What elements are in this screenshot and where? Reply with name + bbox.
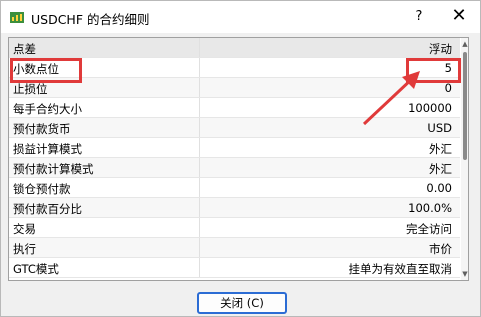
grid-row-execution[interactable]: 执行 市价 [9,238,460,258]
column-divider [199,218,200,238]
row-divider [9,277,460,278]
row-label: 执行 [13,242,36,256]
row-value: 完全访问 [406,222,452,236]
row-label: 止损位 [13,82,48,96]
grid-row-profit-calc-mode[interactable]: 损益计算模式 外汇 [9,138,460,158]
grid-row-gtc-mode[interactable]: GTC模式 挂单为有效直至取消 [9,258,460,278]
row-value: 市价 [429,242,452,256]
scroll-up-icon[interactable]: ▲ [461,40,468,48]
scroll-thumb[interactable] [463,52,467,160]
row-label: 预付款计算模式 [13,162,94,176]
row-value: 外汇 [429,142,452,156]
column-divider [199,58,200,78]
column-divider [199,78,200,98]
grid-row-spread[interactable]: 点差 浮动 [9,38,460,58]
column-divider [199,198,200,218]
row-value: 挂单为有效直至取消 [348,262,453,276]
row-label: 预付款百分比 [13,202,82,216]
grid-row-margin-calc-mode[interactable]: 预付款计算模式 外汇 [9,158,460,178]
column-divider [199,238,200,258]
row-label: 预付款货币 [13,122,71,136]
column-divider [199,138,200,158]
grid-row-margin-percentage[interactable]: 预付款百分比 100.0% [9,198,460,218]
title-bar: USDCHF 的合约细则 ? ✕ [1,1,480,33]
highlight-box-label [10,58,82,83]
row-label: 交易 [13,222,36,236]
row-value: 浮动 [429,42,452,56]
row-label: 损益计算模式 [13,142,82,156]
contract-spec-dialog: USDCHF 的合约细则 ? ✕ 点差 浮动 小数点位 5 止损位 0 每手合约… [0,0,481,317]
help-icon: ? [415,9,423,24]
column-divider [199,178,200,198]
help-button[interactable]: ? [401,1,437,33]
row-value: 外汇 [429,162,452,176]
annotation-arrow-icon [362,71,420,126]
column-divider [199,98,200,118]
close-button[interactable]: 关闭 (C) [197,292,287,314]
window-title: USDCHF 的合约细则 [31,12,150,27]
row-value: 100.0% [408,201,452,215]
scroll-down-icon[interactable]: ▼ [461,270,468,278]
column-divider [199,38,200,58]
column-divider [199,158,200,178]
row-value: USD [427,121,452,135]
row-label: 每手合约大小 [13,102,82,116]
row-label: 锁仓预付款 [13,182,71,196]
row-value: 0 [444,81,452,95]
grid-row-trade-mode[interactable]: 交易 完全访问 [9,218,460,238]
column-divider [199,118,200,138]
vertical-scrollbar[interactable]: ▲ ▼ [461,38,468,280]
close-icon: ✕ [451,5,467,26]
close-window-button[interactable]: ✕ [438,1,480,33]
row-label: 点差 [13,42,36,56]
chart-window-icon [9,9,25,25]
column-divider [199,258,200,278]
row-label: GTC模式 [13,262,59,276]
grid-row-hedged-margin[interactable]: 锁仓预付款 0.00 [9,178,460,198]
row-value: 0.00 [426,181,452,195]
